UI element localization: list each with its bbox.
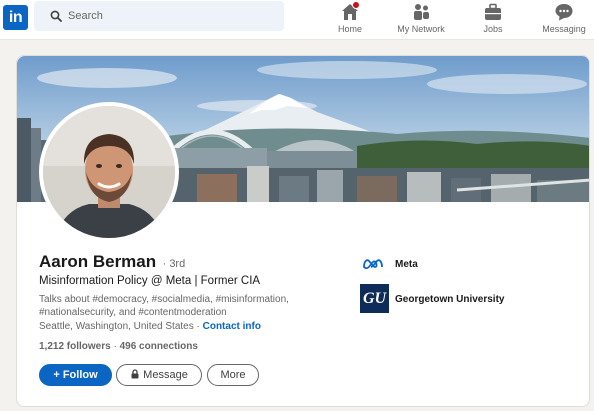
home-icon [340,1,360,22]
nav-jobs-label: Jobs [483,24,503,34]
nav-messaging-label: Messaging [542,24,586,34]
nav-jobs[interactable]: Jobs [478,0,508,40]
name-row: Aaron Berman · 3rd [39,252,185,272]
people-icon [411,2,431,22]
top-navigation: in Home My Network [0,0,594,40]
notification-dot [352,1,360,9]
nav-my-network[interactable]: My Network [392,0,450,40]
nav-messaging[interactable]: Messaging [538,0,590,40]
profile-location: Seattle, Washington, United States [39,321,194,332]
nav-home-label: Home [337,24,362,34]
search-bar[interactable] [34,1,284,31]
search-icon [50,10,62,22]
contact-info-link[interactable]: Contact info [203,321,261,332]
follow-button[interactable]: + Follow [39,364,112,386]
network-stats: 1,212 followers · 496 connections [39,341,198,352]
chat-icon [554,2,574,22]
profile-avatar[interactable] [39,102,179,242]
meta-logo-icon [363,259,383,270]
profile-name: Aaron Berman [39,252,157,271]
profile-headline: Misinformation Policy @ Meta | Former CI… [39,275,261,287]
followers-count[interactable]: 1,212 followers [39,341,111,352]
profile-photo [43,106,175,238]
linkedin-logo[interactable]: in [3,5,28,30]
school-name: Georgetown University [395,294,505,305]
nav-my-network-label: My Network [397,24,445,34]
more-button[interactable]: More [207,364,259,386]
profile-card: Aaron Berman · 3rd Misinformation Policy… [16,55,590,407]
lock-icon [131,369,139,379]
connection-degree: · 3rd [162,258,186,270]
location-row: Seattle, Washington, United States · Con… [39,321,261,332]
location-separator: · [193,321,203,332]
nav-home[interactable]: Home [334,0,366,40]
hashtags-line-1: Talks about #democracy, #socialmedia, #m… [39,294,289,305]
search-input[interactable] [68,1,278,31]
message-button-label: Message [143,369,188,381]
profile-hashtags: Talks about #democracy, #socialmedia, #m… [39,293,329,319]
company-name: Meta [395,259,418,270]
connections-count[interactable]: 496 connections [120,341,198,352]
briefcase-icon [483,2,503,22]
message-button[interactable]: Message [116,364,202,386]
hashtags-line-2: #nationalsecurity, and #contentmoderatio… [39,307,227,318]
georgetown-logo: GU [360,284,389,313]
stats-separator: · [110,341,120,352]
